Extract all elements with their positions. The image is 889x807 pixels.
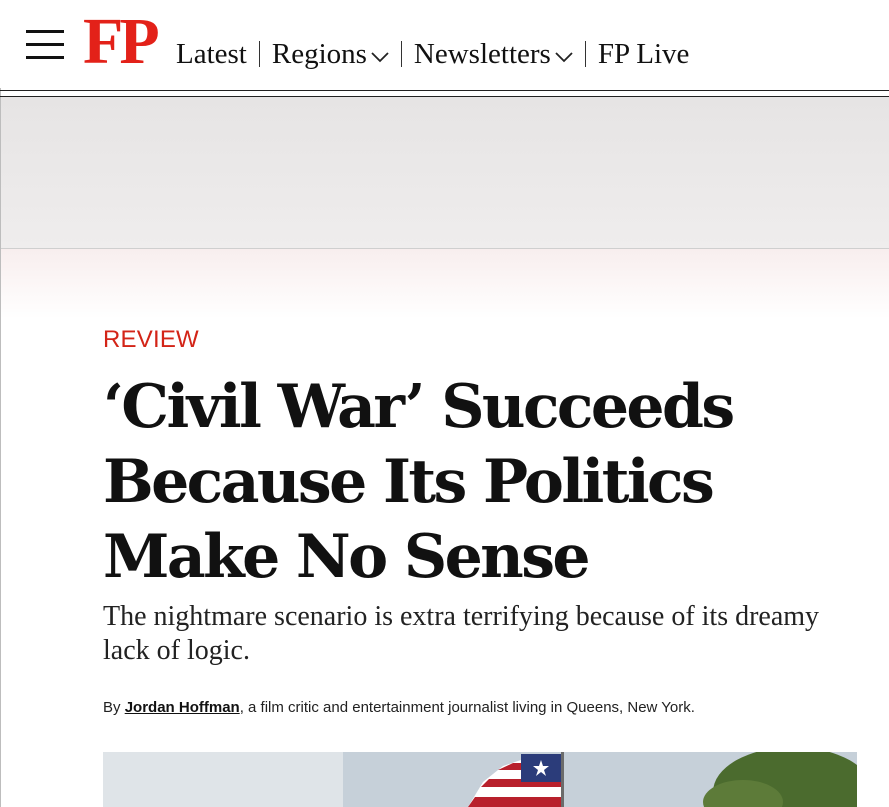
ad-fade	[1, 249, 889, 319]
ad-placeholder	[1, 97, 889, 249]
article-dek: The nightmare scenario is extra terrifyi…	[103, 601, 820, 666]
hero-image-art	[103, 752, 857, 807]
header-rule-top	[0, 90, 889, 91]
nav-regions-label: Regions	[271, 38, 367, 70]
byline-suffix: , a film critic and entertainment journa…	[239, 699, 695, 716]
hero-image	[103, 752, 857, 807]
nav-newsletters-label: Newsletters	[413, 38, 551, 70]
byline-prefix: By	[103, 699, 125, 716]
nav-divider	[400, 41, 402, 67]
nav-latest[interactable]: Latest	[176, 36, 247, 72]
site-header: FP Latest Regions Newsletters FP Live	[0, 0, 889, 88]
article-byline: By Jordan Hoffman, a film critic and ent…	[103, 698, 863, 718]
chevron-down-icon	[371, 51, 389, 63]
nav-regions[interactable]: Regions	[272, 36, 389, 72]
fp-logo[interactable]: FP	[83, 6, 160, 78]
nav-divider	[258, 41, 260, 67]
nav-newsletters[interactable]: Newsletters	[414, 36, 573, 72]
nav-divider	[584, 41, 586, 67]
nav-fp-live[interactable]: FP Live	[598, 36, 690, 72]
nav-fp-live-label: FP Live	[597, 38, 690, 70]
article-kicker[interactable]: REVIEW	[103, 326, 199, 354]
article-headline: ‘Civil War’ Succeeds Because Its Politic…	[103, 372, 735, 592]
hamburger-menu-icon[interactable]	[26, 30, 64, 60]
chevron-down-icon	[555, 51, 573, 63]
nav-latest-label: Latest	[176, 38, 247, 70]
author-link[interactable]: Jordan Hoffman	[125, 699, 240, 716]
main-nav: Latest Regions Newsletters FP Live	[176, 36, 689, 72]
